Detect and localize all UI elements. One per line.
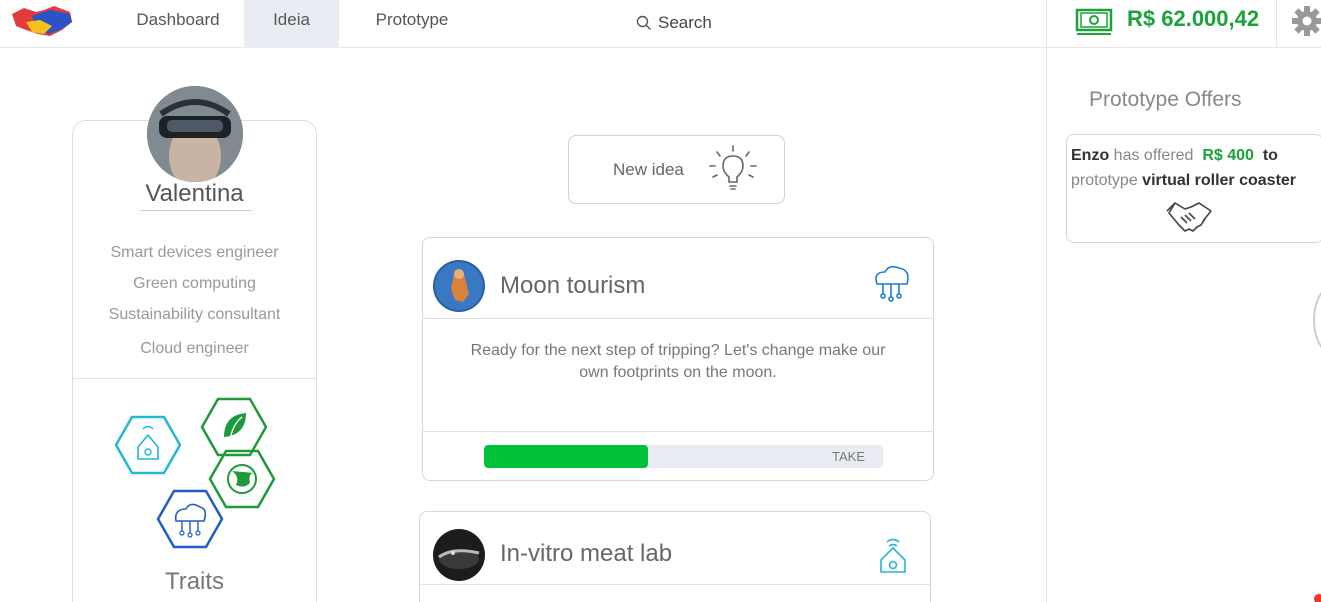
- offers-title: Prototype Offers: [1089, 88, 1242, 111]
- balance-amount: R$ 62.000,42: [1127, 6, 1260, 31]
- skill-item: Smart devices engineer: [110, 244, 279, 261]
- idea-title: Moon tourism: [500, 272, 646, 299]
- smart-home-icon: [880, 538, 906, 573]
- cloud-computing-icon: [875, 265, 909, 302]
- divider: [420, 584, 930, 585]
- offer-prototype-text: prototype: [1071, 172, 1138, 189]
- profile-name: Valentina: [145, 180, 244, 207]
- take-progress-bar[interactable]: TAKE: [484, 445, 883, 468]
- idea-title: In-vitro meat lab: [500, 540, 673, 567]
- offers-panel: Prototype Offers Enzo has offered R$ 400…: [1046, 48, 1321, 602]
- idea-card[interactable]: In-vitro meat lab: [419, 511, 931, 602]
- nav-ideia[interactable]: Ideia: [244, 0, 339, 48]
- offer-to: to: [1262, 147, 1278, 164]
- offer-line-2: prototype virtual roller coaster: [1071, 172, 1296, 190]
- traits-title: Traits: [164, 568, 225, 595]
- idea-description: Ready for the next step of tripping? Let…: [470, 342, 886, 381]
- idea-thumbnail: [433, 529, 485, 581]
- divider: [73, 378, 316, 379]
- avatar[interactable]: [147, 86, 243, 182]
- top-navbar: Dashboard Ideia Prototype Search R$ 62.0…: [0, 0, 1321, 48]
- settings-button[interactable]: [1276, 0, 1321, 48]
- green-energy-icon[interactable]: [200, 397, 268, 457]
- handshake-logo[interactable]: [10, 4, 74, 38]
- lightbulb-icon: [709, 145, 757, 190]
- search-icon: [636, 15, 651, 30]
- offer-amount: R$ 400: [1202, 147, 1254, 164]
- notification-dot: [1314, 594, 1321, 602]
- new-idea-button[interactable]: New idea: [568, 135, 785, 204]
- offer-text: has offered: [1113, 147, 1194, 164]
- offer-project[interactable]: virtual roller coaster: [1142, 172, 1296, 189]
- smart-home-icon[interactable]: [114, 415, 182, 475]
- offer-card[interactable]: Enzo has offered R$ 400 to prototype vir…: [1066, 134, 1321, 243]
- gear-icon: [1292, 6, 1321, 36]
- green-globe-icon[interactable]: [208, 449, 276, 509]
- skill-item: Sustainability consultant: [108, 306, 281, 323]
- nav-dashboard[interactable]: Dashboard: [126, 0, 230, 48]
- traits-icons: [114, 397, 276, 549]
- search-box[interactable]: Search: [636, 10, 712, 36]
- money-icon: [1075, 8, 1113, 35]
- progress-fill: [484, 445, 648, 468]
- new-idea-label: New idea: [613, 160, 684, 179]
- offer-user[interactable]: Enzo: [1071, 147, 1109, 164]
- handshake-icon[interactable]: [1165, 199, 1213, 235]
- divider: [423, 431, 933, 432]
- offer-line-1: Enzo has offered R$ 400 to: [1071, 147, 1278, 165]
- take-button-label: TAKE: [832, 449, 865, 464]
- name-underline: [140, 210, 252, 211]
- nav-prototype[interactable]: Prototype: [360, 0, 464, 48]
- divider: [423, 318, 933, 319]
- idea-thumbnail: [433, 260, 485, 312]
- balance-box[interactable]: R$ 62.000,42: [1046, 0, 1276, 48]
- skill-item: Green computing: [133, 275, 256, 292]
- idea-card[interactable]: Moon tourism Ready for the next step of …: [422, 237, 934, 481]
- skill-item: Cloud engineer: [140, 340, 249, 357]
- search-label: Search: [658, 13, 712, 32]
- cloud-computing-icon[interactable]: [156, 489, 224, 549]
